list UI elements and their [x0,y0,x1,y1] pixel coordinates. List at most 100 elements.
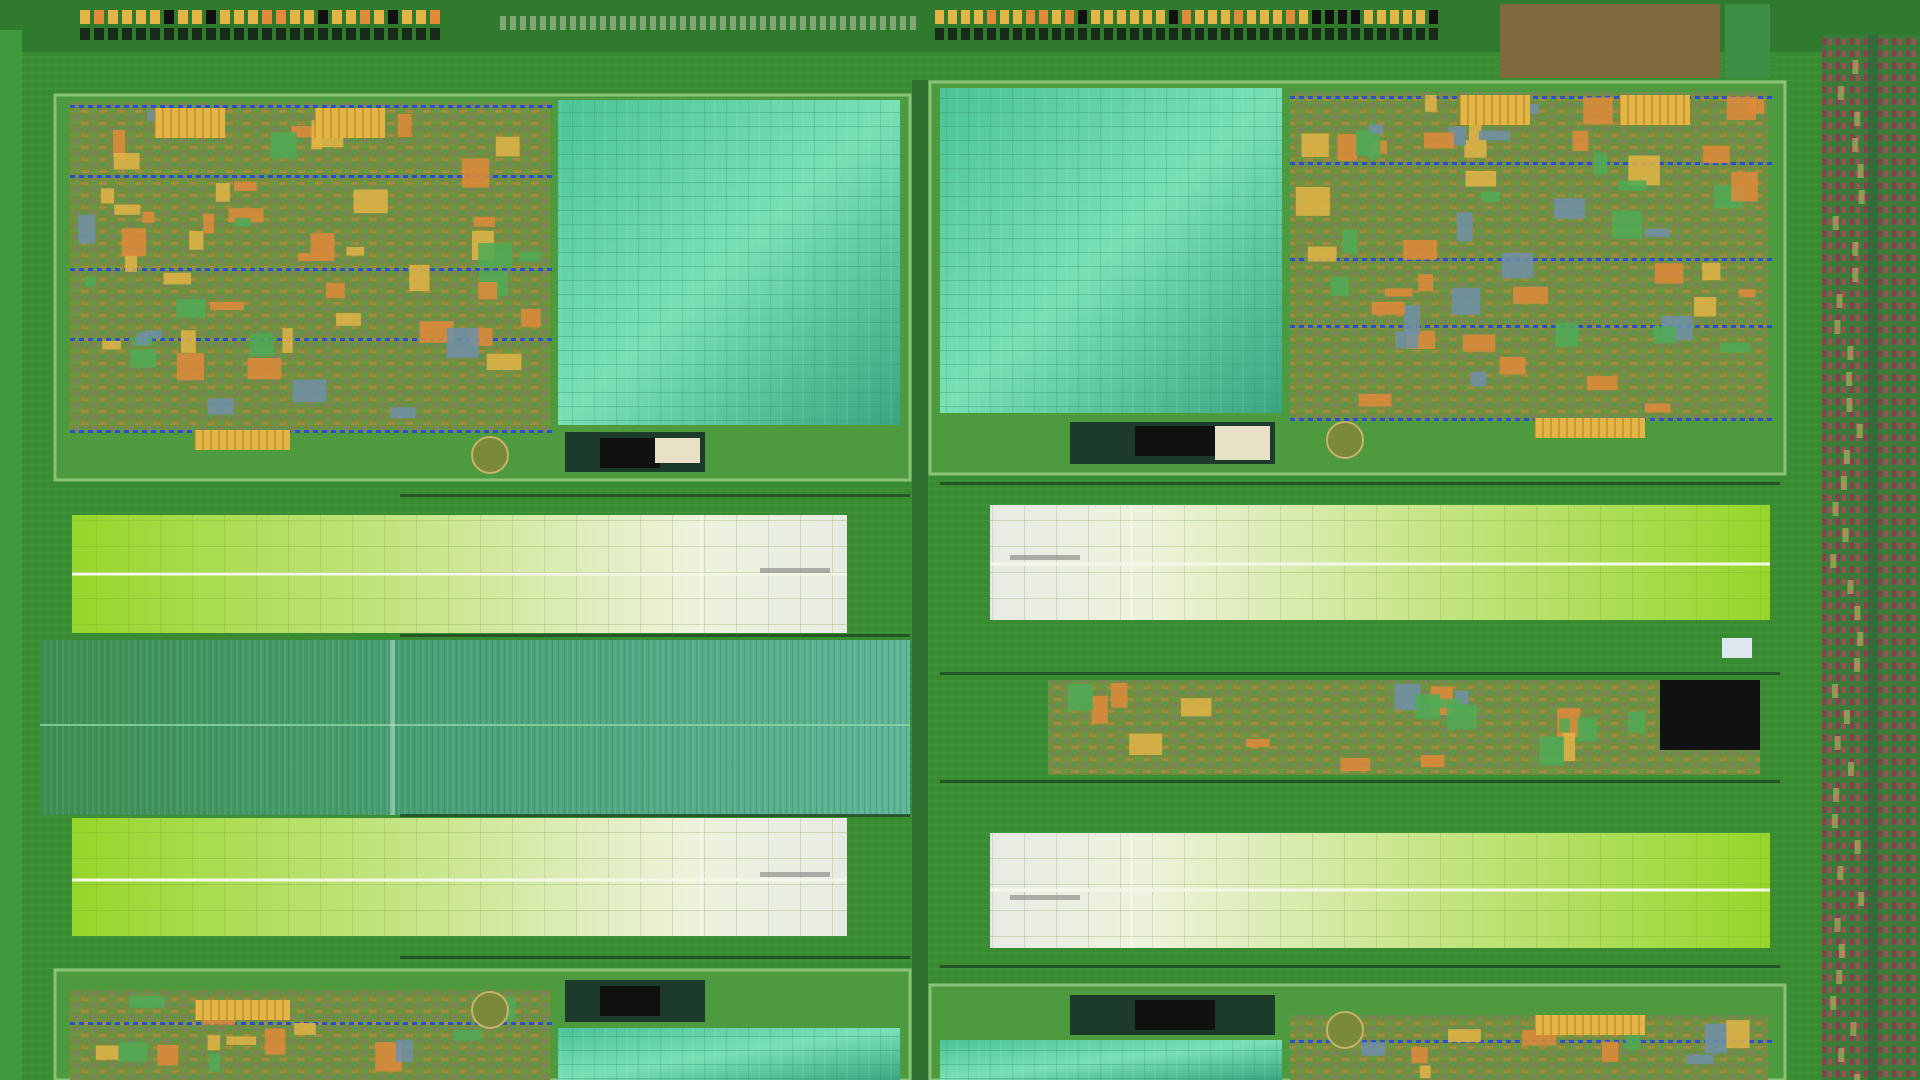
bus-segment [241,268,246,271]
center-spine [912,80,928,1080]
bus-segment [106,268,111,271]
bus-segment [520,175,525,178]
bus-segment [160,175,165,178]
io-pad [122,10,132,24]
bus-segment [502,175,507,178]
bus-segment [1749,418,1754,421]
logic-macro [1403,305,1421,335]
logic-macro [1654,263,1684,284]
bus-segment [457,430,462,433]
bus-segment [1578,1040,1583,1043]
io-pad-base [1208,28,1217,40]
logic-macro [1419,1065,1431,1079]
logic-macro [1478,130,1511,141]
io-pad-small [670,16,676,30]
bus-segment [106,1022,111,1025]
io-pad [1000,10,1009,24]
bus-segment [1488,418,1493,421]
io-pad-small [690,16,696,30]
bus-segment [493,338,498,341]
bus-segment [1344,418,1349,421]
bus-segment [232,105,237,108]
bus-segment [538,430,543,433]
bus-segment [1497,162,1502,165]
logic-macro [1465,171,1497,187]
bus-segment [1542,325,1547,328]
bus-segment [412,105,417,108]
right-col-accent [1854,112,1861,126]
logic-macro [247,358,282,380]
bus-segment [394,430,399,433]
bus-segment [520,268,525,271]
bus-segment [169,1022,174,1025]
bus-segment [538,268,543,271]
bus-segment [1452,418,1457,421]
bus-segment [223,268,228,271]
io-pad-base [94,28,104,40]
bus-segment [376,1022,381,1025]
bus-segment [133,105,138,108]
bus-segment [376,105,381,108]
logic-macro [210,301,244,311]
bus-segment [1299,162,1304,165]
io-pad-base [1104,28,1113,40]
bus-segment [1767,162,1772,165]
bus-segment [1713,96,1718,99]
io-pad-small [870,16,876,30]
register-strip [155,108,225,138]
bus-segment [1749,162,1754,165]
bus-segment [214,268,219,271]
logic-macro [226,1036,257,1045]
logic-macro [1423,132,1454,149]
io-pad-base [178,28,188,40]
io-pad [94,10,104,24]
bus-segment [250,175,255,178]
bus-segment [1506,418,1511,421]
bus-segment [403,430,408,433]
bus-segment [1299,1040,1304,1043]
bus-segment [322,338,327,341]
bus-segment [1668,258,1673,261]
bus-segment [529,1022,534,1025]
bus-segment [1560,258,1565,261]
logic-macro [1501,252,1533,279]
right-col-accent [1846,398,1853,412]
io-pad [1208,10,1217,24]
io-pad-small [900,16,906,30]
bus-segment [448,430,453,433]
right-col-accent [1840,476,1847,490]
bus-segment [97,105,102,108]
bus-segment [1452,258,1457,261]
io-pad [318,10,328,24]
logic-macro [446,327,479,358]
bus-segment [1398,258,1403,261]
logic-macro [1645,403,1671,413]
bus-segment [142,430,147,433]
io-pad-base [1286,28,1295,40]
bus-segment [448,105,453,108]
io-pad-small [590,16,596,30]
bus-segment [547,175,552,178]
io-pad [1325,10,1334,24]
bus-segment [511,1022,516,1025]
bus-segment [547,105,552,108]
logic-macro [1686,1054,1714,1064]
bus-segment [1749,325,1754,328]
bus-segment [1587,162,1592,165]
bus-segment [1650,1040,1655,1043]
bus-segment [1461,418,1466,421]
bus-segment [1488,162,1493,165]
bus-segment [1767,325,1772,328]
bus-segment [1326,418,1331,421]
bus-segment [331,175,336,178]
bus-segment [340,1022,345,1025]
bus-segment [457,175,462,178]
bus-segment [1677,162,1682,165]
logic-macro [1091,695,1108,724]
bus-segment [1317,325,1322,328]
bus-segment [88,338,93,341]
bus-segment [79,338,84,341]
bus-segment [295,338,300,341]
right-col-accent [1854,1074,1861,1080]
bus-segment [1758,1040,1763,1043]
